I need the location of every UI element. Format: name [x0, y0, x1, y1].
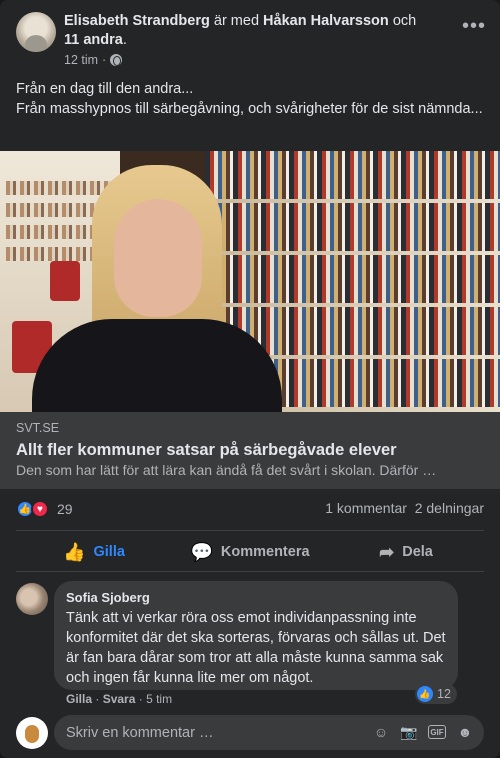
- author-name[interactable]: Elisabeth Strandberg: [64, 13, 210, 29]
- comment-icon: 💬: [190, 541, 213, 562]
- meta-sep: ·: [102, 53, 107, 67]
- divider: [16, 571, 484, 572]
- link-title[interactable]: Allt fler kommuner satsar på särbegåvade…: [16, 439, 484, 461]
- meta-sep: ·: [138, 692, 143, 706]
- with-text: är med: [213, 13, 260, 29]
- post-text-line: Från masshypnos till särbegåvning, och s…: [16, 101, 483, 117]
- author-avatar[interactable]: [16, 12, 56, 52]
- comment-bubble: Sofia Sjoberg Tänk att vi verkar röra os…: [54, 581, 458, 690]
- reaction-bar: 👍 ♥ 29 1 kommentar 2 delningar: [16, 498, 484, 520]
- comment-reactions[interactable]: 👍 12: [415, 684, 457, 704]
- reactions-summary[interactable]: 👍 ♥ 29: [16, 500, 73, 518]
- commenter-name[interactable]: Sofia Sjoberg: [66, 589, 446, 606]
- comment-composer[interactable]: ☺ 📷 GIF ☻: [54, 715, 484, 750]
- gif-icon[interactable]: GIF: [428, 725, 446, 739]
- comment-like-link[interactable]: Gilla: [66, 692, 92, 706]
- emoji-icon[interactable]: ☺: [372, 723, 390, 741]
- post-text-line: Från en dag till den andra...: [16, 81, 194, 97]
- comment-time[interactable]: 5 tim: [146, 692, 172, 706]
- like-label: Gilla: [93, 544, 125, 560]
- post-header: Elisabeth Strandberg är med Håkan Halvar…: [16, 12, 486, 72]
- globe-icon: [110, 54, 123, 66]
- camera-icon[interactable]: 📷: [400, 723, 418, 741]
- comment-label: Kommentera: [220, 544, 310, 560]
- my-avatar[interactable]: [16, 717, 48, 749]
- post-card: Elisabeth Strandberg är med Håkan Halvar…: [0, 0, 500, 758]
- share-icon: ➦: [379, 541, 395, 562]
- period: .: [122, 32, 127, 48]
- comment-count[interactable]: 1 kommentar: [325, 500, 407, 516]
- more-icon[interactable]: •••: [462, 16, 486, 36]
- link-image[interactable]: [0, 151, 500, 412]
- engagement-stats: 1 kommentar 2 delningar: [325, 500, 484, 516]
- composer-icons: ☺ 📷 GIF ☻: [372, 723, 474, 741]
- action-bar: 👍 Gilla 💬 Kommentera ➦ Dela: [16, 535, 484, 569]
- sticker-icon[interactable]: ☻: [456, 723, 474, 741]
- others-link[interactable]: 11 andra: [64, 32, 123, 48]
- interviewee: [22, 159, 292, 412]
- post-meta: 12 tim ·: [64, 53, 123, 67]
- comment-input[interactable]: [66, 715, 366, 750]
- post-headline: Elisabeth Strandberg är med Håkan Halvar…: [64, 12, 444, 50]
- like-icon: 👍: [417, 686, 433, 702]
- comment-button[interactable]: 💬 Kommentera: [172, 535, 328, 569]
- link-domain: SVT.SE: [16, 421, 60, 435]
- like-button[interactable]: 👍 Gilla: [16, 535, 172, 569]
- and-text: och: [392, 13, 417, 29]
- love-icon: ♥: [31, 500, 49, 518]
- comment-text: Tänk att vi verkar röra oss emot individ…: [66, 610, 446, 686]
- comment-like-count: 12: [437, 687, 451, 701]
- comment-actions: Gilla · Svara · 5 tim: [66, 692, 172, 706]
- reaction-count: 29: [57, 501, 73, 517]
- post-text: Från en dag till den andra... Från massh…: [16, 79, 486, 119]
- divider: [16, 530, 484, 531]
- link-description: Den som har lätt för att lära kan ändå f…: [16, 462, 437, 478]
- tagged-person[interactable]: Håkan Halvarsson: [263, 13, 389, 29]
- share-button[interactable]: ➦ Dela: [328, 535, 484, 569]
- share-count[interactable]: 2 delningar: [415, 500, 484, 516]
- post-time[interactable]: 12 tim: [64, 53, 98, 67]
- meta-sep: ·: [95, 692, 100, 706]
- commenter-avatar[interactable]: [16, 583, 48, 615]
- comment-reply-link[interactable]: Svara: [103, 692, 136, 706]
- share-label: Dela: [402, 544, 433, 560]
- like-icon: 👍: [63, 541, 86, 562]
- link-preview[interactable]: SVT.SE Allt fler kommuner satsar på särb…: [0, 412, 500, 489]
